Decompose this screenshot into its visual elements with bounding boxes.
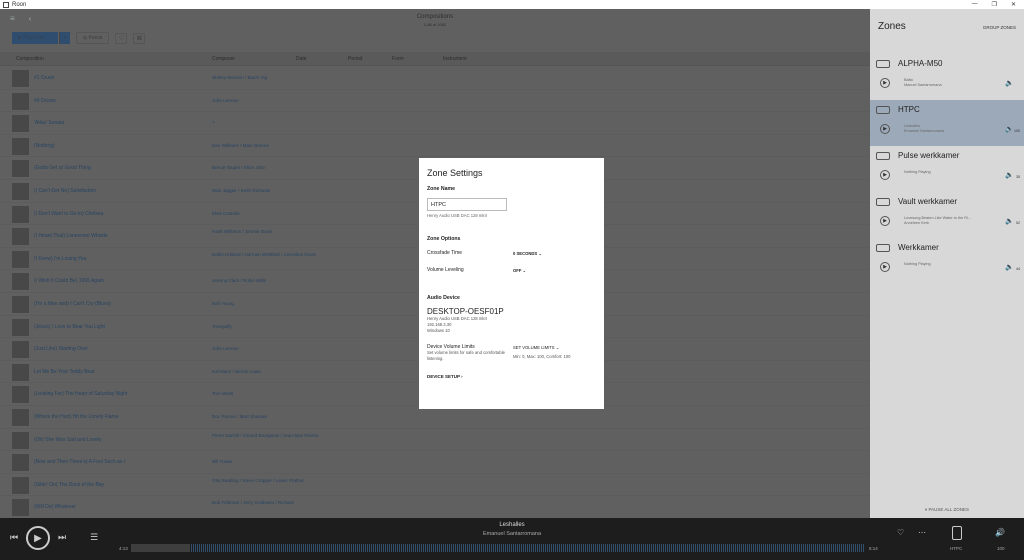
zone-settings-dialog: Zone Settings Zone Name HTPC Henry Audio… [419, 158, 604, 409]
volume-limits-values: Min: 0, Max: 100, Comfort: 100 [513, 354, 571, 359]
zones-panel: Zones GROUP ZONES ALPHA-M50 ▶ Baltic Manue… [870, 9, 1024, 518]
zone-play-icon[interactable]: ▶ [880, 78, 890, 88]
zone-play-icon[interactable]: ▶ [880, 170, 890, 180]
zone-name-input[interactable]: HTPC [427, 198, 507, 211]
zone-item[interactable]: Werkkamer ▶ Nothing Playing 🔈 44 [870, 238, 1024, 284]
zone-now-playing: Leshalles Emanuel Santarromana [904, 124, 945, 133]
minimize-button[interactable]: — [972, 1, 978, 8]
more-icon[interactable]: ⋯ [918, 528, 926, 537]
zone-item[interactable]: HTPC ▶ Leshalles Emanuel Santarromana 🔈 100 [870, 100, 1024, 146]
now-playing-bar: ⏮ ▶ ⏭ ☰ Leshalles Emanuel Santarromana 4… [0, 518, 1024, 560]
zone-play-icon[interactable]: ▶ [880, 262, 890, 272]
zone-volume-level: 52 [1016, 221, 1020, 225]
current-zone-label[interactable]: HTPC [950, 546, 962, 551]
pause-all-zones-button[interactable]: ⏸ PAUSE ALL ZONES [870, 507, 1024, 512]
zone-volume-icon[interactable]: 🔈 [1005, 171, 1014, 179]
volume-icon[interactable]: 🔊 [995, 528, 1005, 537]
zone-name[interactable]: Vault werkkamer [898, 197, 957, 206]
zone-device-icon [876, 60, 890, 68]
zone-play-icon[interactable]: ▶ [880, 124, 890, 134]
heart-icon[interactable]: ♡ [897, 528, 904, 537]
zone-item[interactable]: Vault werkkamer ▶ Lovesong Beaten Like Wat… [870, 192, 1024, 238]
zone-name[interactable]: Werkkamer [898, 243, 939, 252]
zone-device-icon[interactable] [952, 526, 962, 540]
audio-device-heading: Audio Device [427, 295, 460, 301]
window-title: Roon [12, 1, 27, 8]
zone-volume-icon[interactable]: 🔈 [1005, 217, 1014, 225]
now-playing-artist[interactable]: Emanuel Santarromana [0, 531, 1024, 537]
zone-item[interactable]: Pulse werkkamer ▶ Nothing Playing 🔈 35 [870, 146, 1024, 192]
roon-logo-icon [3, 1, 9, 8]
close-button[interactable]: ✕ [1011, 1, 1016, 8]
zone-options-heading: Zone Options [427, 236, 461, 242]
track-duration: 5:14 [869, 546, 878, 551]
group-zones-button[interactable]: GROUP ZONES [983, 25, 1016, 30]
crossfade-label: Crossfade Time [427, 250, 463, 256]
zones-heading: Zones [878, 21, 906, 32]
dialog-title: Zone Settings [427, 168, 483, 178]
volume-leveling-dropdown[interactable]: OFF ⌄ [513, 268, 526, 273]
zone-now-playing: Nothing Playing [904, 262, 931, 266]
seek-bar[interactable] [131, 544, 864, 552]
play-button[interactable]: ▶ [26, 526, 50, 550]
zone-name[interactable]: ALPHA-M50 [898, 59, 942, 68]
device-setup-link[interactable]: DEVICE SETUP › [427, 374, 596, 379]
zone-name[interactable]: HTPC [898, 105, 920, 114]
zone-device-icon [876, 152, 890, 160]
zone-name-hint: Henry Audio USB DAC 128 mkII [427, 213, 487, 218]
zone-volume-icon[interactable]: 🔈 [1005, 125, 1014, 133]
zone-now-playing: Lovesong Beaten Like Water to the Ri... … [904, 216, 971, 225]
crossfade-dropdown[interactable]: 0 SECONDS ⌄ [513, 251, 542, 256]
zone-device-icon [876, 244, 890, 252]
zone-volume-level: 35 [1016, 175, 1020, 179]
zone-device-icon [876, 198, 890, 206]
zone-name[interactable]: Pulse werkkamer [898, 151, 959, 160]
maximize-button[interactable]: ❐ [992, 1, 997, 8]
zone-device-icon [876, 106, 890, 114]
zone-name-heading: Zone Name [427, 186, 455, 192]
zone-now-playing: Nothing Playing [904, 170, 931, 174]
volume-leveling-label: Volume Leveling [427, 267, 464, 273]
zone-volume-level: 100 [1014, 129, 1020, 133]
now-playing-track[interactable]: Leshalles [0, 522, 1024, 528]
zone-volume-icon[interactable]: 🔈 [1005, 263, 1014, 271]
zone-volume-icon[interactable]: 🔈 [1005, 79, 1014, 87]
volume-level: 100 [997, 546, 1005, 551]
zone-volume-level: 44 [1016, 267, 1020, 271]
set-volume-limits-dropdown[interactable]: SET VOLUME LIMITS ⌄ [513, 345, 571, 350]
device-os: Windows 10 [427, 328, 450, 333]
elapsed-time: 4:13 [119, 546, 128, 551]
volume-limits-hint: Set volume limits for safe and comfortab… [427, 350, 505, 361]
zone-now-playing: Baltic Manuel Santarromana [904, 78, 942, 87]
zone-play-icon[interactable]: ▶ [880, 216, 890, 226]
zone-item[interactable]: ALPHA-M50 ▶ Baltic Manuel Santarromana 🔈 [870, 54, 1024, 100]
window-titlebar: Roon — ❐ ✕ [0, 0, 1024, 9]
seek-progress [131, 544, 190, 552]
device-name: DESKTOP-OESF01P [427, 307, 504, 316]
